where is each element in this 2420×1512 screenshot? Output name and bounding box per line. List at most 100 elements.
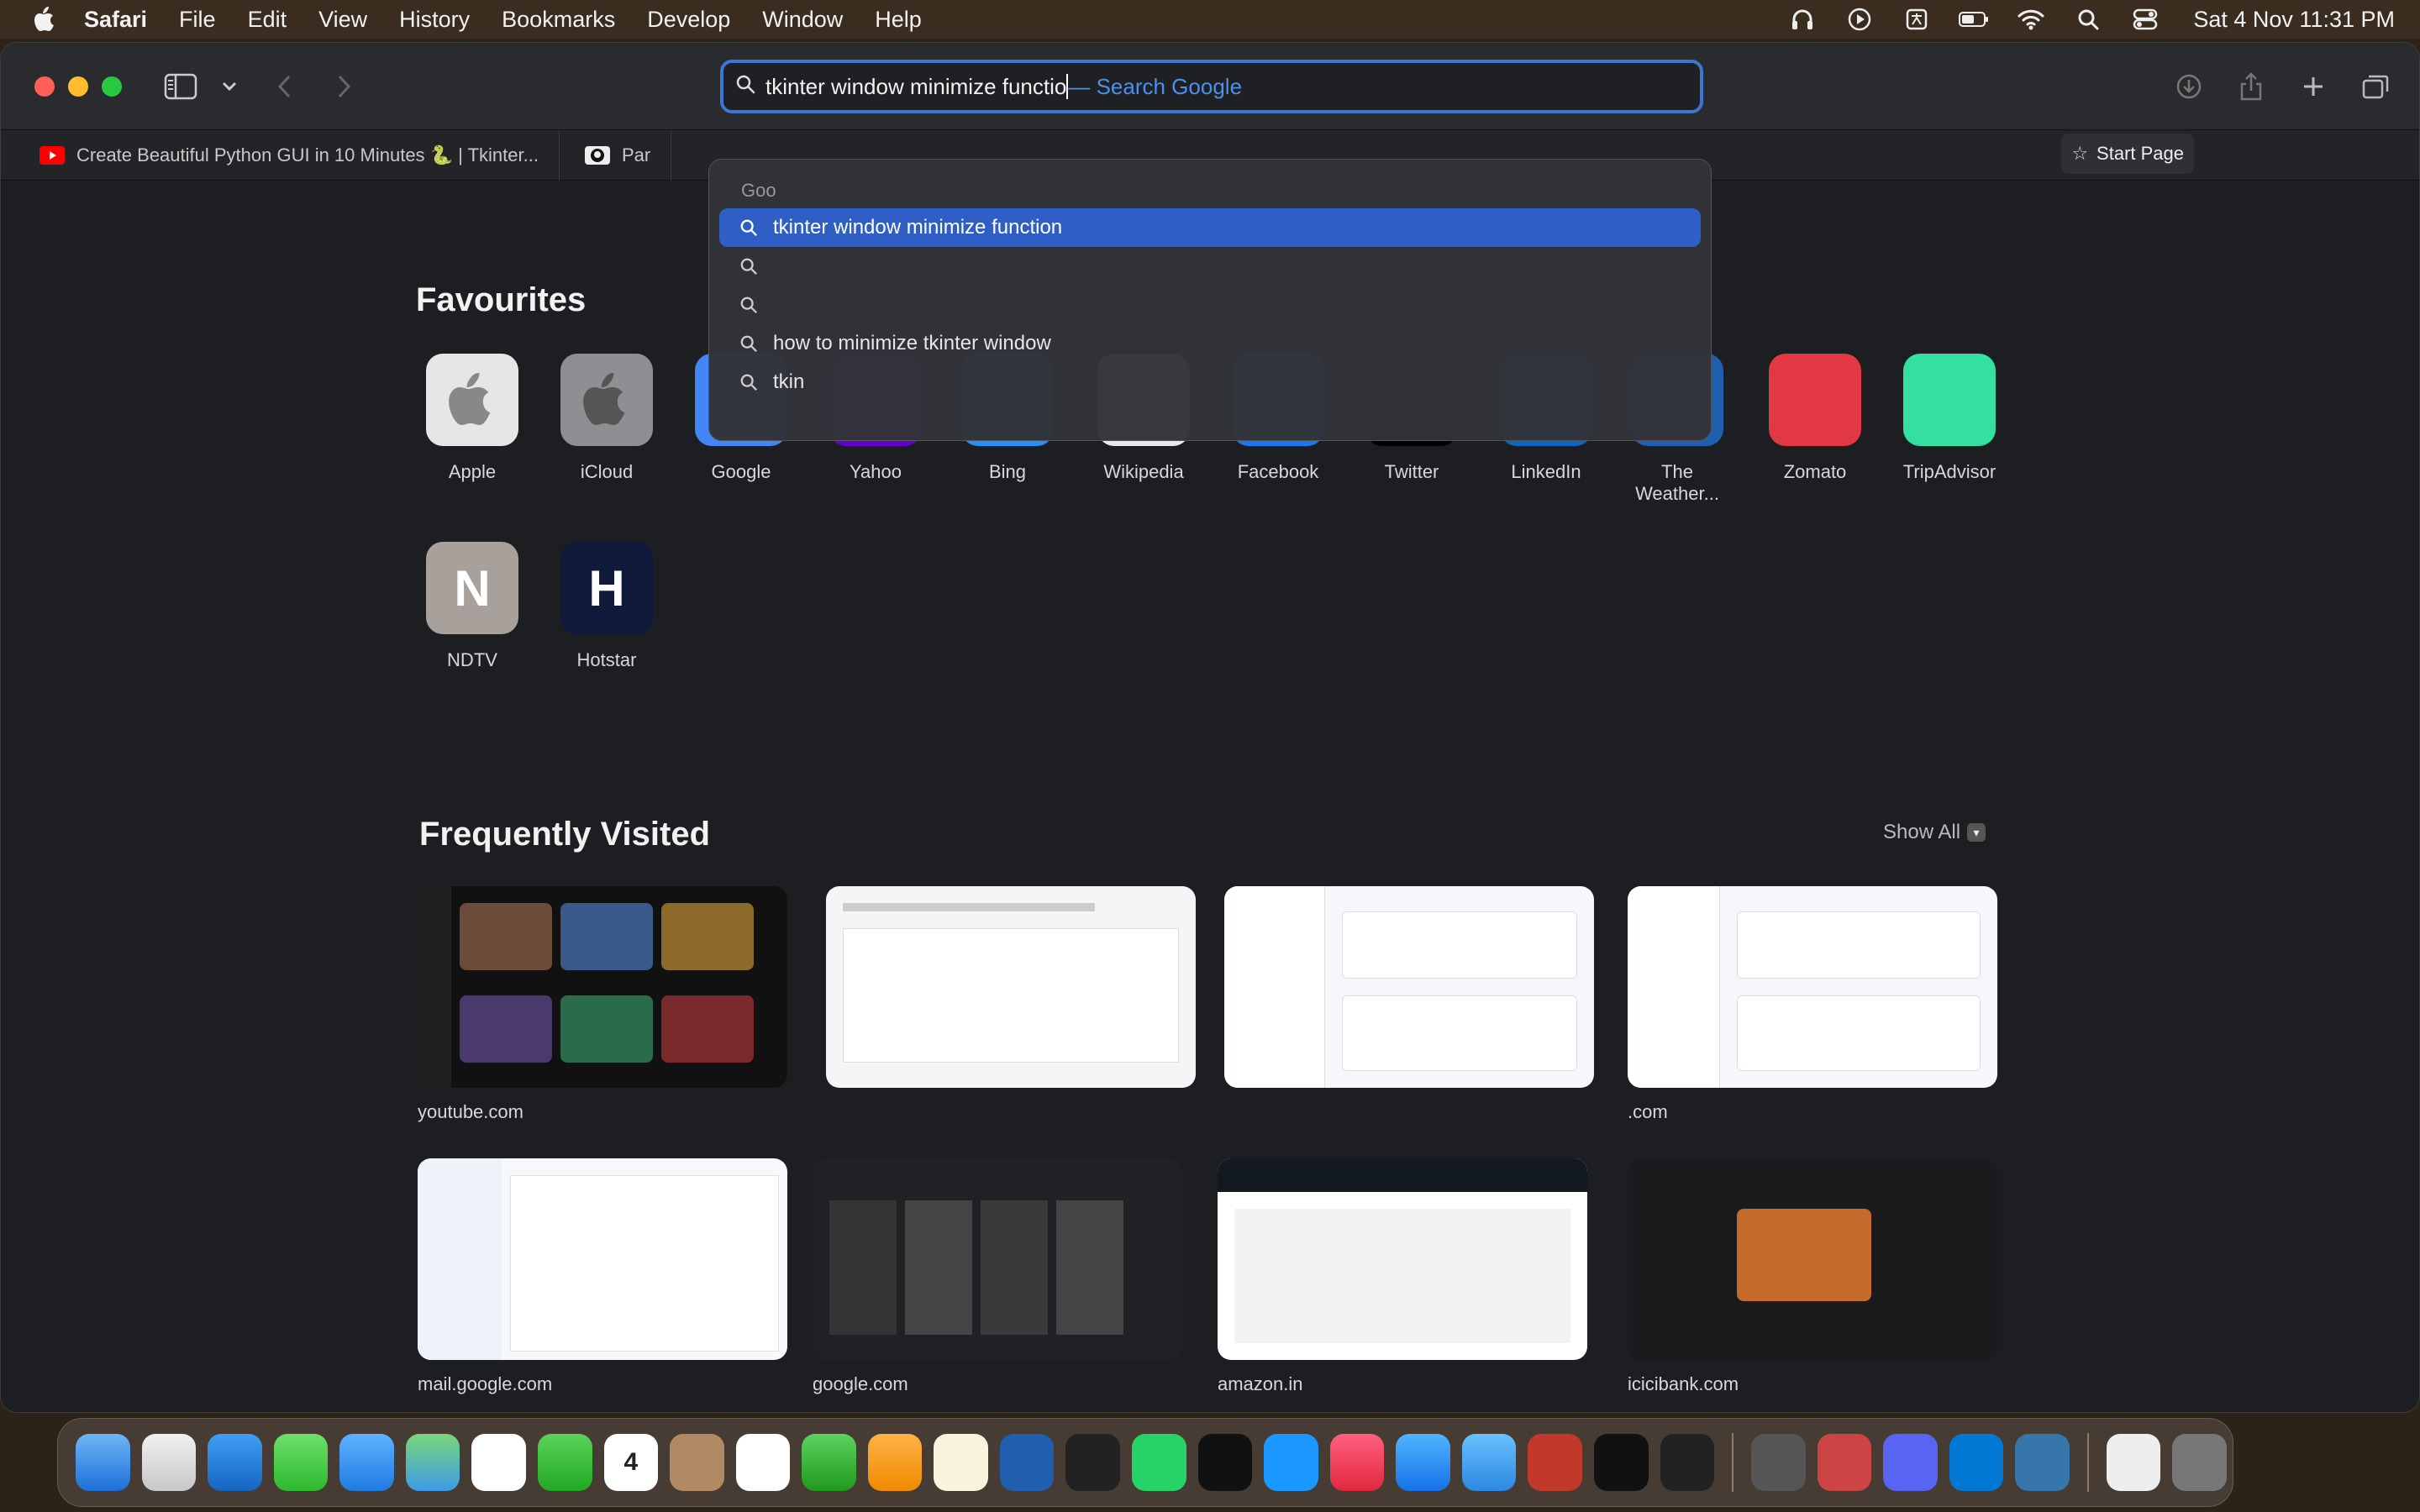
- download-icon[interactable]: [2170, 68, 2207, 105]
- chevron-down-icon[interactable]: [211, 68, 248, 105]
- whatsapp-icon[interactable]: [1132, 1434, 1186, 1491]
- messages-icon[interactable]: [273, 1434, 329, 1491]
- new-tab-icon[interactable]: [2295, 68, 2332, 105]
- documents-folder-icon[interactable]: [2106, 1434, 2161, 1491]
- favourite-apple[interactable]: Apple: [418, 354, 527, 483]
- contacts-icon[interactable]: [670, 1434, 724, 1491]
- menu-window[interactable]: Window: [762, 7, 843, 33]
- suggestion-item[interactable]: how to minimize tkinter window: [719, 324, 1701, 363]
- play-icon[interactable]: [1844, 7, 1876, 32]
- tab-overview-icon[interactable]: [2357, 68, 2394, 105]
- sidebar-toggle-icon[interactable]: [162, 68, 199, 105]
- site-thumbnail: [1628, 886, 1997, 1088]
- suggestion-item[interactable]: tkin: [719, 363, 1701, 402]
- frequent-site-3[interactable]: [1224, 886, 1594, 1101]
- apple-menu-icon[interactable]: [30, 4, 60, 34]
- prime-video-icon[interactable]: [1264, 1434, 1318, 1491]
- frequent-site-icicibank[interactable]: icicibank.com: [1628, 1158, 1997, 1395]
- favourite-ndtv[interactable]: N NDTV: [418, 542, 527, 671]
- zomato-icon: [1769, 354, 1861, 446]
- search-icon[interactable]: [2072, 7, 2104, 32]
- minimize-window-button[interactable]: [68, 76, 88, 97]
- favourite-hotstar[interactable]: H Hotstar: [552, 542, 661, 671]
- tab-github[interactable]: Par: [560, 129, 672, 181]
- site-label: .com: [1628, 1101, 1668, 1122]
- tab-youtube[interactable]: Create Beautiful Python GUI in 10 Minute…: [1, 129, 560, 181]
- close-window-button[interactable]: [34, 76, 55, 97]
- discord-icon[interactable]: [1883, 1434, 1938, 1491]
- site-label: icicibank.com: [1628, 1373, 1739, 1394]
- hotstar-icon: H: [560, 542, 653, 634]
- frequent-site-4[interactable]: .com: [1628, 886, 1997, 1123]
- frequent-site-amazon[interactable]: amazon.in: [1218, 1158, 1587, 1395]
- remote-desktop-icon[interactable]: [1528, 1434, 1582, 1491]
- show-all-button[interactable]: Show All ▾: [1883, 821, 1986, 844]
- reminders-icon[interactable]: [735, 1434, 791, 1491]
- favourite-label: Hotstar: [576, 649, 637, 670]
- control-center-icon[interactable]: [2129, 7, 2161, 32]
- calendar-icon[interactable]: 4: [603, 1434, 659, 1491]
- menu-history[interactable]: History: [399, 7, 470, 33]
- menu-file[interactable]: File: [179, 7, 216, 33]
- numbers-icon[interactable]: [802, 1434, 856, 1491]
- back-icon[interactable]: [266, 68, 303, 105]
- favourite-icloud[interactable]: iCloud: [552, 354, 661, 483]
- menu-clock[interactable]: Sat 4 Nov 11:31 PM: [2193, 7, 2395, 33]
- terminal-icon[interactable]: [1593, 1434, 1649, 1491]
- favourite-zomato[interactable]: Zomato: [1760, 354, 1870, 483]
- favourite-tripadvisor[interactable]: TripAdvisor: [1895, 354, 2004, 483]
- menu-edit[interactable]: Edit: [248, 7, 287, 33]
- photos-icon[interactable]: [471, 1434, 526, 1491]
- weather-icon[interactable]: [1461, 1434, 1517, 1491]
- freeform-icon[interactable]: [999, 1434, 1055, 1491]
- forward-icon[interactable]: [325, 68, 362, 105]
- mail-icon[interactable]: [339, 1434, 394, 1491]
- safari-icon[interactable]: [208, 1434, 262, 1491]
- maps-icon[interactable]: [405, 1434, 460, 1491]
- site-label: amazon.in: [1218, 1373, 1303, 1394]
- favourite-label: Twitter: [1384, 461, 1439, 482]
- trash-icon[interactable]: [2172, 1434, 2227, 1491]
- suggestion-item[interactable]: [719, 247, 1701, 286]
- notes-icon[interactable]: [934, 1434, 988, 1491]
- wifi-icon[interactable]: [2015, 7, 2047, 32]
- frequent-site-1[interactable]: youtube.com: [418, 886, 787, 1123]
- battery-icon[interactable]: [1958, 7, 1990, 32]
- system-settings-icon[interactable]: [1750, 1434, 1806, 1491]
- favourite-label: The Weather...: [1635, 461, 1719, 504]
- menu-help[interactable]: Help: [875, 7, 922, 33]
- launchpad-icon[interactable]: [141, 1434, 197, 1491]
- vscode-icon[interactable]: [1949, 1434, 2004, 1491]
- suggestion-item[interactable]: [719, 286, 1701, 324]
- address-bar[interactable]: tkinter window minimize functio — Search…: [720, 60, 1703, 113]
- stocks-icon[interactable]: [1065, 1434, 1120, 1491]
- menu-safari[interactable]: Safari: [84, 7, 147, 33]
- share-icon[interactable]: [2233, 68, 2270, 105]
- favourite-label: LinkedIn: [1511, 461, 1581, 482]
- menu-bookmarks[interactable]: Bookmarks: [502, 7, 615, 33]
- headphones-icon[interactable]: [1786, 7, 1818, 32]
- preview-icon[interactable]: [1817, 1434, 1872, 1491]
- python-icon[interactable]: [2015, 1434, 2070, 1491]
- tab-label: Start Page: [2096, 143, 2184, 164]
- site-thumbnail: [813, 1158, 1182, 1360]
- site-thumbnail: [418, 886, 787, 1088]
- frequent-site-google[interactable]: google.com: [813, 1158, 1182, 1395]
- app-store-icon[interactable]: [1396, 1434, 1450, 1491]
- pages-icon[interactable]: [867, 1434, 923, 1491]
- zoom-window-button[interactable]: [102, 76, 122, 97]
- favourite-label: iCloud: [580, 461, 634, 482]
- apple-tv-icon[interactable]: [1197, 1434, 1253, 1491]
- terminal-alt-icon[interactable]: [1660, 1434, 1715, 1491]
- music-icon[interactable]: [1329, 1434, 1385, 1491]
- facetime-icon[interactable]: [537, 1434, 592, 1491]
- menu-view[interactable]: View: [318, 7, 367, 33]
- finder-icon[interactable]: [76, 1434, 130, 1491]
- suggestion-item[interactable]: tkinter window minimize function: [719, 208, 1701, 247]
- frequent-site-2[interactable]: [826, 886, 1196, 1101]
- frequent-site-gmail[interactable]: mail.google.com: [418, 1158, 787, 1395]
- menu-develop[interactable]: Develop: [647, 7, 730, 33]
- tab-start-page[interactable]: ☆ Start Page: [2061, 134, 2194, 174]
- translate-icon[interactable]: [1901, 7, 1933, 32]
- address-search-hint: — Search Google: [1068, 73, 1243, 99]
